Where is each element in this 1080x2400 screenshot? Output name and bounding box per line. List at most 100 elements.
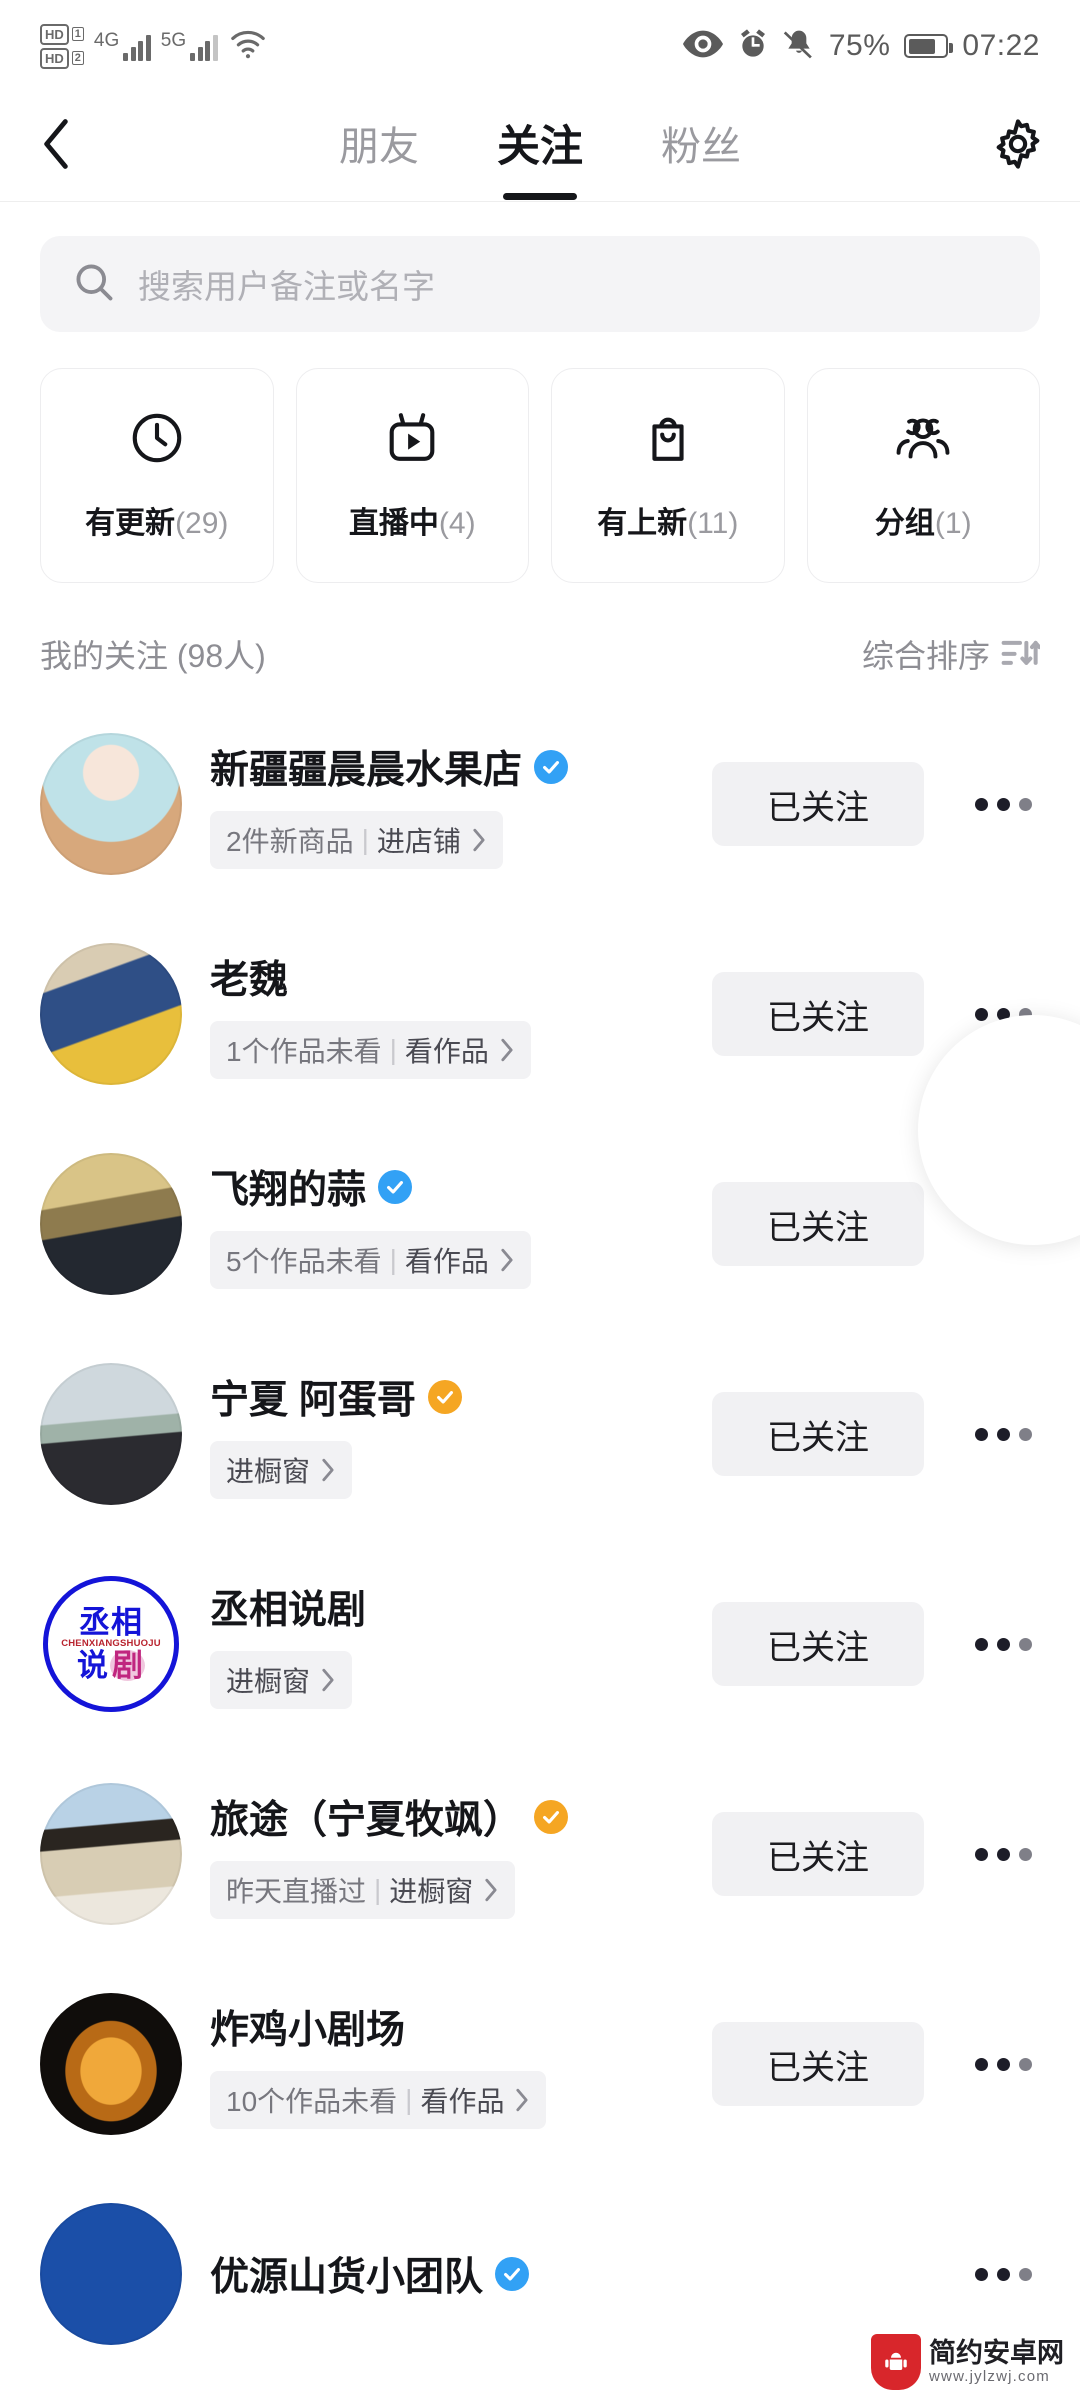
user-info: 炸鸡小剧场 10个作品未看 | 看作品 (210, 1999, 684, 2129)
more-dots-icon[interactable] (966, 1427, 1040, 1441)
more-dots-icon[interactable] (966, 2057, 1040, 2071)
avatar-ring (40, 943, 182, 1085)
table-row[interactable]: 旅途（宁夏牧飒） 昨天直播过 | 进橱窗 已关注 (40, 1749, 1040, 1959)
filter-text: 有更新 (85, 507, 176, 540)
user-activity-chip[interactable]: 1个作品未看 | 看作品 (210, 1021, 531, 1079)
table-row[interactable]: 宁夏 阿蛋哥 进橱窗 已关注 (40, 1329, 1040, 1539)
avatar[interactable] (40, 1993, 182, 2135)
more-dots-icon[interactable] (966, 1637, 1040, 1651)
filter-label-live-now: 直播中(4) (349, 498, 476, 542)
user-name-line: 新疆疆晨晨水果店 (210, 739, 684, 795)
avatar[interactable] (40, 1783, 182, 1925)
filter-card-live-now[interactable]: 直播中(4) (295, 368, 529, 583)
sim2-hd: HD 2 (40, 47, 84, 69)
chip-separator: | (374, 1874, 382, 1905)
user-name: 优源山货小团队 (210, 2256, 484, 2299)
user-name: 炸鸡小剧场 (210, 2009, 406, 2052)
following-user-list: 新疆疆晨晨水果店 2件新商品 | 进店铺 已关注 老魏 1个作品未看 | 看作品… (0, 699, 1080, 2379)
user-activity-chip[interactable]: 昨天直播过 | 进橱窗 (210, 1861, 516, 1919)
following-button[interactable]: 已关注 (712, 1392, 924, 1476)
filter-card-new-items[interactable]: 有上新(11) (551, 368, 785, 583)
chevron-right-icon (469, 826, 489, 854)
avatar[interactable] (40, 2203, 182, 2345)
table-row[interactable]: 丞相 CHENXIANGSHUOJU 说 剧 丞相说剧 进橱窗 已关注 (40, 1539, 1040, 1749)
chip-action-text: 进橱窗 (226, 1666, 311, 1697)
chip-action-text: 看作品 (420, 2086, 505, 2117)
avatar[interactable]: 丞相 CHENXIANGSHUOJU 说 剧 (40, 1573, 182, 1715)
following-button[interactable]: 已关注 (712, 2022, 924, 2106)
group-people-icon (893, 409, 953, 472)
chip-action-text: 进店铺 (376, 826, 461, 857)
user-name-line: 宁夏 阿蛋哥 (210, 1369, 684, 1425)
following-button[interactable]: 已关注 (712, 1602, 924, 1686)
tab-bar: 朋友 关注 粉丝 (106, 112, 974, 182)
avatar[interactable] (40, 943, 182, 1085)
signal-4g: 4G (94, 31, 151, 61)
more-dots-icon[interactable] (966, 2267, 1040, 2281)
user-name-line: 丞相说剧 (210, 1579, 684, 1635)
table-row[interactable]: 炸鸡小剧场 10个作品未看 | 看作品 已关注 (40, 1959, 1040, 2169)
following-button[interactable]: 已关注 (712, 1182, 924, 1266)
status-bar-right: 75% 07:22 (682, 28, 1040, 65)
following-button[interactable]: 已关注 (712, 762, 924, 846)
hd-label: HD (40, 47, 69, 69)
settings-button[interactable] (974, 118, 1044, 175)
battery-icon (904, 34, 954, 58)
back-button[interactable] (36, 116, 106, 177)
filter-count: (1) (934, 507, 972, 540)
avatar[interactable] (40, 1153, 182, 1295)
chip-main-text: 5个作品未看 (226, 1246, 382, 1277)
eye-icon (682, 30, 723, 63)
more-dots-icon[interactable] (966, 797, 1040, 811)
avatar[interactable] (40, 733, 182, 875)
user-info: 老魏 1个作品未看 | 看作品 (210, 949, 684, 1079)
user-name: 飞翔的蒜 (210, 1169, 367, 1212)
avatar[interactable] (40, 1363, 182, 1505)
filter-text: 有上新 (597, 507, 688, 540)
tab-following[interactable]: 关注 (497, 112, 583, 182)
table-row[interactable]: 飞翔的蒜 5个作品未看 | 看作品 已关注 (40, 1119, 1040, 1329)
filter-card-row: 有更新(29) 直播中(4) 有上新(11) 分组(1) (0, 332, 1080, 583)
user-activity-chip[interactable]: 进橱窗 (210, 1651, 353, 1709)
bell-muted-icon (783, 28, 815, 65)
tab-friends[interactable]: 朋友 (339, 114, 419, 180)
hd-label: HD (40, 23, 69, 45)
user-name: 新疆疆晨晨水果店 (210, 749, 523, 792)
following-button[interactable]: 已关注 (712, 972, 924, 1056)
sim-number: 1 (71, 26, 84, 42)
chip-action-text: 看作品 (404, 1036, 489, 1067)
top-navigation-bar: 朋友 关注 粉丝 (0, 92, 1080, 202)
gear-icon (992, 118, 1044, 175)
table-row[interactable]: 新疆疆晨晨水果店 2件新商品 | 进店铺 已关注 (40, 699, 1040, 909)
chevron-right-icon (318, 1456, 338, 1484)
avatar-ring (40, 733, 182, 875)
user-activity-chip[interactable]: 2件新商品 | 进店铺 (210, 811, 503, 869)
more-dots-icon[interactable] (966, 1847, 1040, 1861)
user-activity-chip[interactable]: 5个作品未看 | 看作品 (210, 1231, 531, 1289)
site-watermark: 简约安卓网 www.jylzwj.com (871, 2334, 1064, 2390)
avatar-ring (40, 2203, 182, 2345)
sort-button[interactable]: 综合排序 (862, 631, 1042, 677)
logo-bottom-right-text: 剧 (110, 1647, 145, 1683)
filter-label-has-update: 有更新(29) (85, 498, 228, 542)
watermark-site-name: 简约安卓网 (929, 2338, 1064, 2368)
filter-card-has-update[interactable]: 有更新(29) (40, 368, 274, 583)
user-name-line: 飞翔的蒜 (210, 1159, 684, 1215)
live-tv-icon (383, 409, 441, 472)
table-row[interactable]: 老魏 1个作品未看 | 看作品 已关注 (40, 909, 1040, 1119)
search-input[interactable]: 搜索用户备注或名字 (40, 236, 1040, 332)
filter-count: (29) (175, 507, 229, 540)
user-activity-chip[interactable]: 10个作品未看 | 看作品 (210, 2071, 547, 2129)
avatar-ring (40, 1783, 182, 1925)
filter-text: 分组 (874, 507, 935, 540)
watermark-url: www.jylzwj.com (929, 2368, 1050, 2385)
watermark-text: 简约安卓网 www.jylzwj.com (929, 2338, 1064, 2385)
filter-card-groups[interactable]: 分组(1) (806, 368, 1040, 583)
user-activity-chip[interactable]: 进橱窗 (210, 1441, 353, 1499)
tab-fans[interactable]: 粉丝 (661, 114, 741, 180)
list-header: 我的关注 (98人) 综合排序 (0, 583, 1080, 699)
following-button[interactable]: 已关注 (712, 1812, 924, 1896)
avatar-ring (40, 1993, 182, 2135)
user-name-line: 老魏 (210, 949, 684, 1005)
chip-separator: | (389, 1244, 397, 1275)
